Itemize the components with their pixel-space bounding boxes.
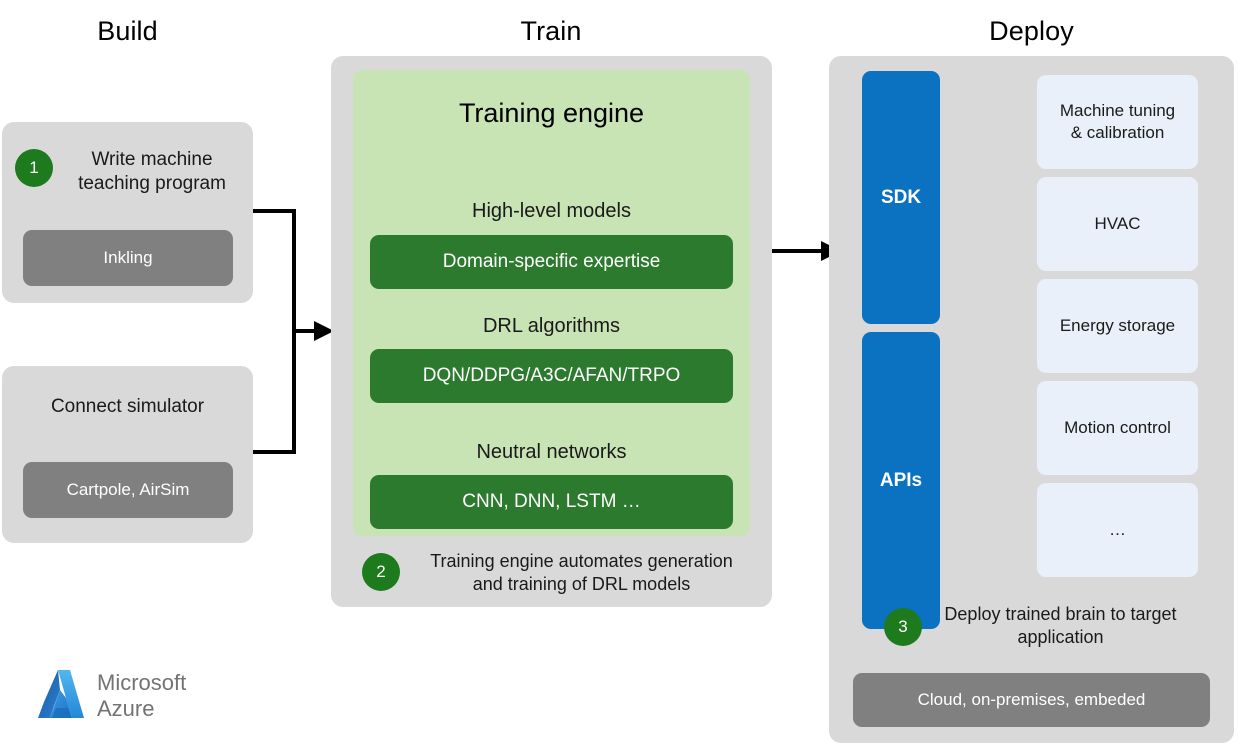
group-label-neutral-networks: Neutral networks [476, 441, 627, 463]
training-engine-panel: Training engine High-level models Domain… [353, 70, 750, 536]
training-engine-title: Training engine [458, 98, 645, 128]
deploy-target-machine-tuning[interactable]: Machine tuning & calibration [1037, 75, 1198, 169]
train-panel: Training engine High-level models Domain… [331, 56, 772, 607]
deploy-target-energy-storage[interactable]: Energy storage [1037, 279, 1198, 373]
build-step1-panel: 1 Write machine teaching program Inkling [2, 122, 253, 303]
deploy-target-more[interactable]: … [1037, 483, 1198, 577]
train-chip-drl-algorithms[interactable]: DQN/DDPG/A3C/AFAN/TRPO [370, 349, 733, 403]
build-simulator-label: Connect simulator [50, 396, 205, 417]
column-title-build: Build [97, 16, 158, 46]
microsoft-azure-logo: Microsoft Azure [36, 668, 186, 724]
deploy-hosting-chip[interactable]: Cloud, on-premises, embeded [853, 673, 1210, 727]
deploy-interface-sdk[interactable]: SDK [862, 71, 940, 324]
build-simulator-panel: Connect simulator Cartpole, AirSim [2, 366, 253, 543]
train-step2-label: Training engine automates generation and… [430, 551, 733, 595]
step-badge-3: 3 [884, 608, 922, 646]
group-label-high-level-models: High-level models [472, 200, 631, 222]
build-inkling-chip[interactable]: Inkling [23, 230, 233, 286]
deploy-step3-label: Deploy trained brain to target applicati… [944, 604, 1177, 648]
step-badge-1: 1 [15, 149, 53, 187]
deploy-target-motion-control[interactable]: Motion control [1037, 381, 1198, 475]
column-title-deploy: Deploy [989, 16, 1074, 46]
azure-logo-icon [38, 670, 84, 718]
build-simulator-chip[interactable]: Cartpole, AirSim [23, 462, 233, 518]
deploy-target-hvac[interactable]: HVAC [1037, 177, 1198, 271]
deploy-panel: SDK APIs Machine tuning & calibration HV… [829, 56, 1234, 743]
deploy-interface-apis[interactable]: APIs [862, 332, 940, 629]
group-label-drl-algorithms: DRL algorithms [482, 315, 621, 337]
brand-line-microsoft: Microsoft [97, 670, 187, 696]
column-title-train: Train [520, 16, 582, 46]
train-chip-domain-expertise[interactable]: Domain-specific expertise [370, 235, 733, 289]
build-step1-label: Write machine teaching program [78, 149, 226, 194]
step-badge-2: 2 [362, 553, 400, 591]
diagram-canvas: Build Train Deploy 1 Write machine teach… [0, 0, 1238, 747]
train-chip-neural-networks[interactable]: CNN, DNN, LSTM … [370, 475, 733, 529]
brand-line-azure: Azure [97, 696, 155, 721]
